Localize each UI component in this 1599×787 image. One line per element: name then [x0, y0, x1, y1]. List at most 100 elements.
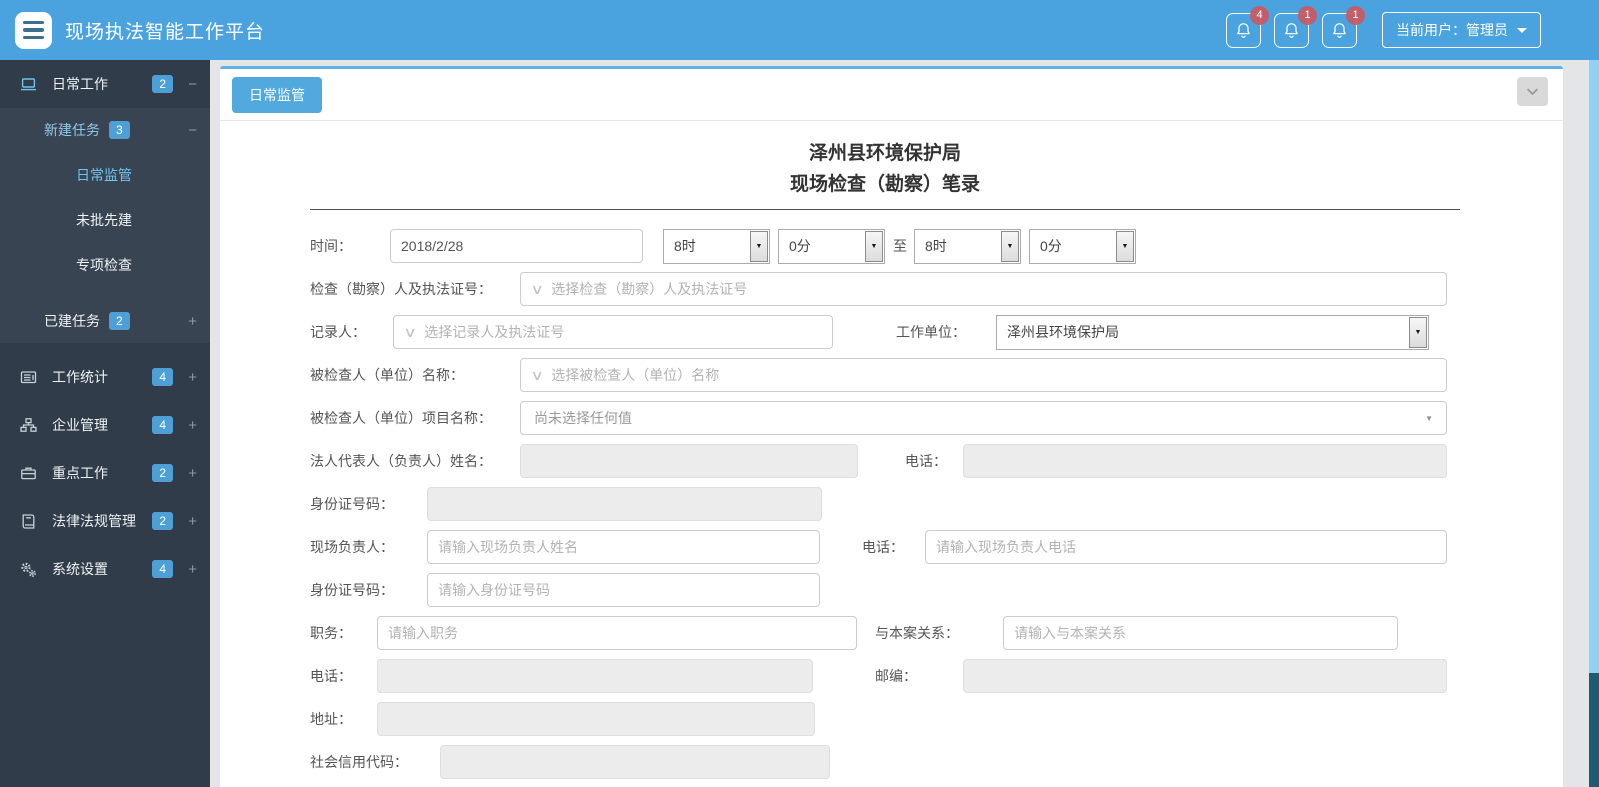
menu-toggle-button[interactable] — [15, 11, 52, 49]
site-manager-label: 现场负责人： — [310, 539, 394, 555]
inspected-name-picker[interactable]: ∨ 选择被检查人（单位）名称 — [520, 358, 1447, 392]
site-manager-input[interactable] — [427, 530, 820, 564]
sidebar-item-enterprise-management[interactable]: 企业管理 4 + — [0, 401, 210, 449]
inspector-picker[interactable]: ∨ 选择检查（勘察）人及执法证号 — [520, 272, 1447, 306]
legal-rep-id-label: 身份证号码： — [310, 496, 394, 512]
expand-plus-icon[interactable]: + — [181, 369, 197, 386]
count-badge: 2 — [152, 74, 173, 94]
caret-down-icon — [1517, 27, 1527, 33]
panel-collapse-button[interactable] — [1517, 77, 1548, 106]
sidebar-item-label: 日常工作 — [52, 76, 108, 92]
notification-bell-button-3[interactable]: 1 — [1322, 5, 1365, 48]
app-title: 现场执法智能工作平台 — [65, 21, 266, 43]
scrollbar-thumb[interactable] — [1589, 60, 1599, 673]
content-panel: 日常监管 泽州县环境保护局 现场检查（勘察）笔录 时间： 8时 ▼ 0分 ▼ 至… — [220, 66, 1563, 787]
sitemap-icon — [20, 417, 39, 434]
sidebar-item-system-settings[interactable]: 系统设置 4 + — [0, 545, 210, 593]
sidebar-item-laws-regulations[interactable]: 法律法规管理 2 + — [0, 497, 210, 545]
bell-icon — [1237, 22, 1250, 38]
title-divider — [310, 209, 1460, 210]
sidebar-item-daily-work[interactable]: 日常工作 2 − — [0, 60, 210, 108]
legal-rep-label: 法人代表人（负责人）姓名： — [310, 453, 492, 469]
site-manager-id-input[interactable] — [427, 573, 820, 607]
expand-plus-icon[interactable]: + — [181, 513, 197, 530]
sidebar-item-unapproved-construction[interactable]: 未批先建 — [0, 197, 210, 242]
caret-down-icon: ▼ — [1425, 413, 1433, 423]
header-actions: 4 1 1 当前用户：管理员 — [1226, 5, 1541, 48]
select-arrow-icon: ▼ — [1001, 230, 1019, 262]
count-badge: 2 — [109, 311, 130, 331]
count-badge: 3 — [109, 120, 130, 140]
expand-plus-icon[interactable]: + — [181, 561, 197, 578]
collapse-minus-icon[interactable]: − — [181, 76, 197, 93]
statistics-icon — [20, 369, 39, 386]
form-title: 泽州县环境保护局 现场检查（勘察）笔录 — [310, 138, 1460, 200]
time-label: 时间： — [310, 238, 352, 254]
expand-plus-icon[interactable]: + — [181, 417, 197, 434]
page-scrollbar[interactable] — [1589, 60, 1599, 787]
current-user-label: 当前用户：管理员 — [1396, 22, 1508, 38]
sidebar-item-key-work[interactable]: 重点工作 2 + — [0, 449, 210, 497]
inspection-form: 泽州县环境保护局 现场检查（勘察）笔录 时间： 8时 ▼ 0分 ▼ 至 8时 ▼… — [220, 121, 1463, 779]
inspected-project-select[interactable]: 尚未选择任何值 ▼ — [520, 401, 1447, 435]
chevron-down-icon: ∨ — [530, 280, 545, 297]
laptop-icon — [20, 76, 39, 93]
form-title-line1: 泽州县环境保护局 — [808, 143, 961, 164]
chevron-down-icon — [1527, 88, 1538, 95]
tab-bar: 日常监管 — [220, 69, 1563, 121]
site-manager-id-label: 身份证号码： — [310, 582, 394, 598]
start-minute-select[interactable]: 0分 ▼ — [778, 228, 885, 264]
sidebar-item-new-task[interactable]: 新建任务 3 − — [0, 108, 210, 152]
hamburger-icon — [23, 20, 44, 25]
notification-badge: 1 — [1346, 5, 1365, 25]
sidebar-nav: 日常工作 2 − 新建任务 3 − 日常监管 未批先建 专项检查 已建任务 2 … — [0, 60, 210, 787]
notification-bell-button-2[interactable]: 1 — [1274, 5, 1317, 48]
daily-work-submenu: 新建任务 3 − 日常监管 未批先建 专项检查 已建任务 2 + — [0, 108, 210, 343]
address-input — [377, 702, 815, 736]
phone-input — [377, 659, 813, 693]
gears-icon — [20, 561, 39, 578]
collapse-minus-icon[interactable]: − — [181, 122, 197, 139]
start-hour-select[interactable]: 8时 ▼ — [663, 228, 770, 264]
sidebar-item-daily-supervision[interactable]: 日常监管 — [0, 152, 210, 197]
duty-input[interactable] — [377, 616, 857, 650]
form-title-line2: 现场检查（勘察）笔录 — [789, 174, 980, 195]
sidebar-item-label: 企业管理 — [52, 417, 108, 433]
work-unit-select[interactable]: 泽州县环境保护局 ▼ — [996, 314, 1429, 350]
chevron-down-icon: ∨ — [403, 323, 418, 340]
end-minute-select[interactable]: 0分 ▼ — [1029, 228, 1136, 264]
notification-badge: 4 — [1250, 5, 1269, 25]
site-manager-phone-input[interactable] — [925, 530, 1447, 564]
sidebar-item-special-inspection[interactable]: 专项检查 — [0, 242, 210, 287]
sidebar-item-label: 日常监管 — [76, 166, 132, 183]
current-user-dropdown[interactable]: 当前用户：管理员 — [1382, 12, 1541, 48]
sidebar-item-work-statistics[interactable]: 工作统计 4 + — [0, 353, 210, 401]
legal-rep-id-input — [427, 487, 822, 521]
end-hour-select[interactable]: 8时 ▼ — [914, 228, 1021, 264]
briefcase-icon — [20, 465, 39, 482]
count-badge: 4 — [152, 415, 173, 435]
sidebar-item-label: 系统设置 — [52, 561, 108, 577]
inspected-name-label: 被检查人（单位）名称： — [310, 367, 464, 383]
notification-badge: 1 — [1298, 5, 1317, 25]
select-arrow-icon: ▼ — [1116, 230, 1134, 262]
range-separator: 至 — [893, 238, 907, 254]
tab-daily-supervision[interactable]: 日常监管 — [232, 77, 322, 113]
chevron-down-icon: ∨ — [530, 366, 545, 383]
expand-plus-icon[interactable]: + — [181, 465, 197, 482]
credit-code-input — [440, 745, 830, 779]
sidebar-item-label: 新建任务 — [44, 122, 100, 138]
recorder-picker[interactable]: ∨ 选择记录人及执法证号 — [393, 315, 833, 349]
count-badge: 2 — [152, 511, 173, 531]
recorder-label: 记录人： — [310, 324, 366, 340]
sidebar-item-label: 已建任务 — [44, 313, 100, 329]
inspector-label: 检查（勘察）人及执法证号： — [310, 281, 492, 297]
expand-plus-icon[interactable]: + — [181, 313, 197, 330]
sidebar-item-built-task[interactable]: 已建任务 2 + — [0, 299, 210, 343]
notification-bell-button-1[interactable]: 4 — [1226, 5, 1269, 48]
sidebar-item-label: 未批先建 — [76, 211, 132, 228]
date-input[interactable] — [390, 229, 643, 263]
count-badge: 4 — [152, 559, 173, 579]
sidebar-item-label: 专项检查 — [76, 256, 132, 273]
relation-input[interactable] — [1003, 616, 1398, 650]
